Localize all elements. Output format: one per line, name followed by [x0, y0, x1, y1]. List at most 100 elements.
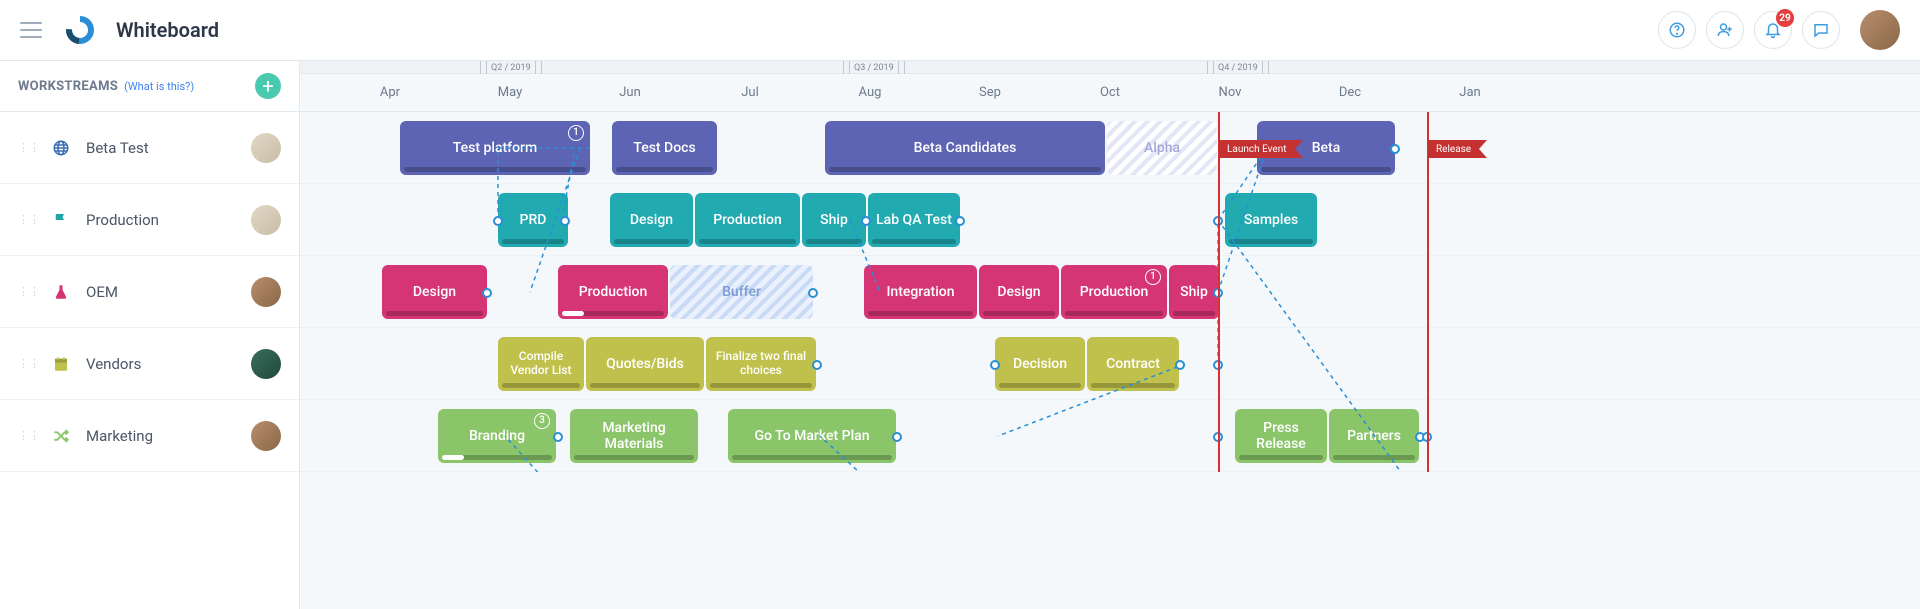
month-label: Jan [1459, 85, 1480, 100]
quarter-label: Q2 / 2019 [480, 61, 542, 74]
topbar-actions: 29 [1658, 10, 1900, 50]
task-card[interactable]: Design [979, 265, 1059, 319]
workstream-label: Production [86, 211, 159, 229]
month-label: Aug [859, 85, 882, 100]
workstream-row[interactable]: ⋮⋮ Production [0, 184, 299, 256]
link-node[interactable] [955, 216, 965, 226]
milestone-flag[interactable]: Launch Event [1219, 140, 1295, 158]
task-card[interactable]: Beta Candidates [825, 121, 1105, 175]
sidebar-header: WORKSTREAMS (What is this?) + [0, 61, 299, 112]
link-node[interactable] [482, 288, 492, 298]
month-label: Sep [979, 85, 1001, 100]
timeline-header: Q2 / 2019 Q3 / 2019 Q4 / 2019 Apr May Ju… [300, 61, 1920, 112]
task-card[interactable]: Decision [995, 337, 1085, 391]
workstream-label: Marketing [86, 427, 153, 445]
help-icon[interactable] [1658, 11, 1696, 49]
timeline-row: Test platform1 Test Docs Beta Candidates… [300, 112, 1920, 184]
add-workstream-button[interactable]: + [255, 73, 281, 99]
timeline[interactable]: Q2 / 2019 Q3 / 2019 Q4 / 2019 Apr May Ju… [300, 61, 1920, 609]
timeline-row: Design Production Buffer Integration Des… [300, 256, 1920, 328]
drag-handle-icon[interactable]: ⋮⋮ [18, 218, 40, 222]
link-node[interactable] [812, 360, 822, 370]
month-label: May [498, 85, 522, 100]
workstream-row[interactable]: ⋮⋮ Vendors [0, 328, 299, 400]
drag-handle-icon[interactable]: ⋮⋮ [18, 290, 40, 294]
link-node[interactable] [1175, 360, 1185, 370]
workstream-label: OEM [86, 283, 118, 301]
milestone-flag[interactable]: Release [1428, 140, 1479, 158]
timeline-body: Launch Event Release Test platform1 Test… [300, 112, 1920, 472]
task-card[interactable]: Ship [1169, 265, 1219, 319]
chat-icon[interactable] [1802, 11, 1840, 49]
link-node[interactable] [1390, 144, 1400, 154]
app-logo[interactable] [64, 14, 96, 46]
workstream-row[interactable]: ⋮⋮ OEM [0, 256, 299, 328]
user-avatar[interactable] [1860, 10, 1900, 50]
task-card[interactable]: Partners [1329, 409, 1419, 463]
task-card[interactable]: Design [382, 265, 487, 319]
task-card[interactable]: Compile Vendor List [498, 337, 584, 391]
month-label: Apr [380, 85, 400, 100]
task-card[interactable]: Production1 [1061, 265, 1167, 319]
task-card[interactable]: Production [695, 193, 800, 247]
help-link[interactable]: (What is this?) [124, 80, 194, 93]
task-card[interactable]: Press Release [1235, 409, 1327, 463]
assignee-avatar[interactable] [251, 205, 281, 235]
task-card[interactable]: Marketing Materials [570, 409, 698, 463]
task-card[interactable]: Branding3 [438, 409, 556, 463]
invite-user-icon[interactable] [1706, 11, 1744, 49]
quarter-label: Q4 / 2019 [1207, 61, 1269, 74]
calendar-icon [50, 355, 72, 373]
topbar: Whiteboard 29 [0, 0, 1920, 61]
drag-handle-icon[interactable]: ⋮⋮ [18, 146, 40, 150]
page-title: Whiteboard [116, 18, 219, 42]
link-node[interactable] [990, 360, 1000, 370]
task-card[interactable]: PRD [498, 193, 568, 247]
drag-handle-icon[interactable]: ⋮⋮ [18, 362, 40, 366]
task-card[interactable]: Lab QA Test [868, 193, 960, 247]
task-card[interactable]: Buffer [670, 265, 813, 319]
shuffle-icon [50, 427, 72, 445]
link-node[interactable] [808, 288, 818, 298]
flag-icon [50, 211, 72, 229]
task-card[interactable]: Go To Market Plan [728, 409, 896, 463]
month-label: Nov [1219, 85, 1242, 100]
assignee-avatar[interactable] [251, 349, 281, 379]
task-card[interactable]: Samples [1225, 193, 1317, 247]
flask-icon [50, 283, 72, 301]
month-label: Jun [619, 85, 641, 100]
workstream-row[interactable]: ⋮⋮ Beta Test [0, 112, 299, 184]
task-card[interactable]: Finalize two final choices [706, 337, 816, 391]
link-node[interactable] [560, 216, 570, 226]
notification-badge: 29 [1776, 9, 1794, 27]
month-label: Jul [741, 85, 759, 100]
task-card[interactable]: Test platform1 [400, 121, 590, 175]
globe-icon [50, 139, 72, 157]
task-card[interactable]: Alpha [1107, 121, 1217, 175]
task-card[interactable]: Production [558, 265, 668, 319]
task-card[interactable]: Design [610, 193, 693, 247]
milestone-line [1218, 112, 1220, 472]
link-node[interactable] [892, 432, 902, 442]
link-node[interactable] [861, 216, 871, 226]
workstream-label: Vendors [86, 355, 141, 373]
assignee-avatar[interactable] [251, 421, 281, 451]
task-card[interactable]: Integration [864, 265, 977, 319]
sidebar-title: WORKSTREAMS [18, 79, 118, 94]
workstream-row[interactable]: ⋮⋮ Marketing [0, 400, 299, 472]
task-card[interactable]: Quotes/Bids [586, 337, 704, 391]
month-label: Dec [1339, 85, 1361, 100]
link-node[interactable] [553, 432, 563, 442]
quarter-label: Q3 / 2019 [843, 61, 905, 74]
task-card[interactable]: Contract [1087, 337, 1179, 391]
assignee-avatar[interactable] [251, 277, 281, 307]
task-card[interactable]: Ship [802, 193, 866, 247]
link-node[interactable] [493, 216, 503, 226]
assignee-avatar[interactable] [251, 133, 281, 163]
workstream-label: Beta Test [86, 139, 149, 157]
drag-handle-icon[interactable]: ⋮⋮ [18, 434, 40, 438]
menu-icon[interactable] [20, 22, 42, 38]
sidebar: WORKSTREAMS (What is this?) + ⋮⋮ Beta Te… [0, 61, 300, 609]
task-card[interactable]: Test Docs [612, 121, 717, 175]
notifications-icon[interactable]: 29 [1754, 11, 1792, 49]
